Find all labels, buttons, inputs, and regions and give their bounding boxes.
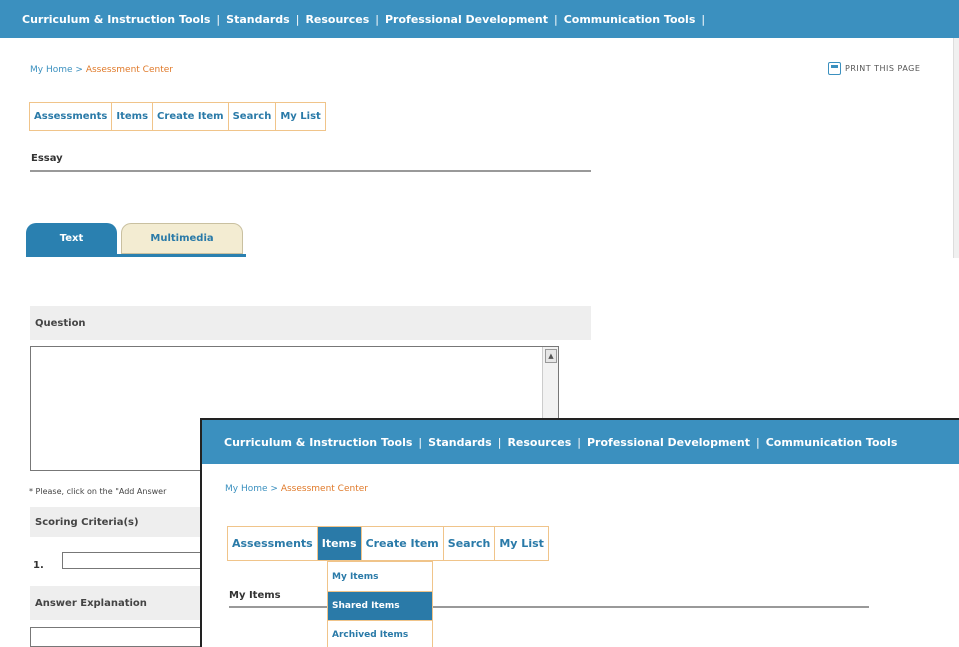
overlay-title-divider xyxy=(229,606,869,608)
nav-separator: | xyxy=(497,435,502,449)
overlay-nav-link-communication[interactable]: Communication Tools xyxy=(766,436,898,449)
nav-separator: | xyxy=(216,12,221,26)
tab-multimedia[interactable]: Multimedia xyxy=(121,223,243,254)
overlay-page-title: My Items xyxy=(229,590,281,601)
page-title: Essay xyxy=(31,153,63,164)
breadcrumb-home[interactable]: My Home xyxy=(30,65,73,75)
breadcrumb-separator: > xyxy=(75,65,83,75)
items-dropdown-menu: My Items Shared Items Archived Items xyxy=(327,561,433,647)
answer-explanation-input[interactable] xyxy=(30,627,205,647)
nav-link-curriculum[interactable]: Curriculum & Instruction Tools xyxy=(22,13,210,26)
printer-icon xyxy=(828,62,841,75)
subnav-search[interactable]: Search xyxy=(229,103,277,130)
question-header: Question xyxy=(30,306,591,340)
dropdown-archived-items[interactable]: Archived Items xyxy=(328,620,432,647)
overlay-subnav-search[interactable]: Search xyxy=(444,527,496,560)
nav-separator: | xyxy=(577,435,581,449)
subnav-items[interactable]: Items xyxy=(112,103,154,130)
overlay-subnav-assessments[interactable]: Assessments xyxy=(228,527,318,560)
overlay-breadcrumb-current: Assessment Center xyxy=(280,484,368,494)
nav-link-communication-tools[interactable]: Communication Tools xyxy=(564,13,696,26)
print-label: PRINT THIS PAGE xyxy=(845,64,921,73)
overlay-breadcrumb-separator: > xyxy=(270,484,278,494)
subnav-my-list[interactable]: My List xyxy=(276,103,324,130)
answer-explanation-label: Answer Explanation xyxy=(35,597,147,609)
dropdown-my-items[interactable]: My Items xyxy=(328,562,432,591)
tab-underline xyxy=(26,254,246,257)
title-divider xyxy=(30,170,591,172)
nav-separator: | xyxy=(701,12,706,26)
breadcrumb-current: Assessment Center xyxy=(85,65,173,75)
overlay-subnav: Assessments Items Create Item Search My … xyxy=(227,526,549,561)
subnav-create-item[interactable]: Create Item xyxy=(153,103,229,130)
overlay-subnav-my-list[interactable]: My List xyxy=(495,527,548,560)
nav-separator: | xyxy=(295,12,300,26)
scoring-label: Scoring Criteria(s) xyxy=(35,516,139,528)
nav-separator: | xyxy=(375,12,379,26)
answer-explanation-header: Answer Explanation xyxy=(30,586,205,620)
breadcrumb: My Home > Assessment Center xyxy=(30,65,173,75)
scoring-header: Scoring Criteria(s) xyxy=(30,507,205,537)
overlay-breadcrumb: My Home > Assessment Center xyxy=(225,484,368,494)
page-scrollbar[interactable] xyxy=(953,38,959,258)
overlay-breadcrumb-home[interactable]: My Home xyxy=(225,484,268,494)
nav-separator: | xyxy=(756,435,760,449)
overlay-nav-link-standards[interactable]: Standards xyxy=(428,436,492,449)
main-navbar: Curriculum & Instruction Tools | Standar… xyxy=(0,0,959,38)
overlay-subnav-items[interactable]: Items xyxy=(317,527,362,560)
overlay-navbar: Curriculum & Instruction Tools | Standar… xyxy=(202,420,959,464)
overlay-items-menu: Curriculum & Instruction Tools | Standar… xyxy=(200,418,959,647)
subnav-assessments[interactable]: Assessments xyxy=(30,103,113,130)
scroll-up-icon[interactable]: ▲ xyxy=(545,349,557,363)
overlay-nav-link-resources[interactable]: Resources xyxy=(507,436,571,449)
overlay-nav-link-curriculum[interactable]: Curriculum & Instruction Tools xyxy=(224,436,412,449)
dropdown-shared-items[interactable]: Shared Items xyxy=(328,591,432,620)
nav-link-standards[interactable]: Standards xyxy=(226,13,290,26)
scoring-criteria-input[interactable] xyxy=(62,552,212,569)
overlay-nav-link-professional-development[interactable]: Professional Development xyxy=(587,436,750,449)
question-label: Question xyxy=(35,317,86,329)
nav-link-resources[interactable]: Resources xyxy=(305,13,369,26)
scoring-item-number: 1. xyxy=(33,560,44,571)
overlay-subnav-create-item[interactable]: Create Item xyxy=(362,527,444,560)
tab-text[interactable]: Text xyxy=(26,223,117,254)
print-page-link[interactable]: PRINT THIS PAGE xyxy=(828,62,920,75)
nav-separator: | xyxy=(418,435,423,449)
nav-separator: | xyxy=(554,12,558,26)
assessment-subnav: Assessments Items Create Item Search My … xyxy=(29,102,326,131)
add-answer-note: * Please, click on the "Add Answer xyxy=(29,487,167,496)
nav-link-professional-development[interactable]: Professional Development xyxy=(385,13,548,26)
